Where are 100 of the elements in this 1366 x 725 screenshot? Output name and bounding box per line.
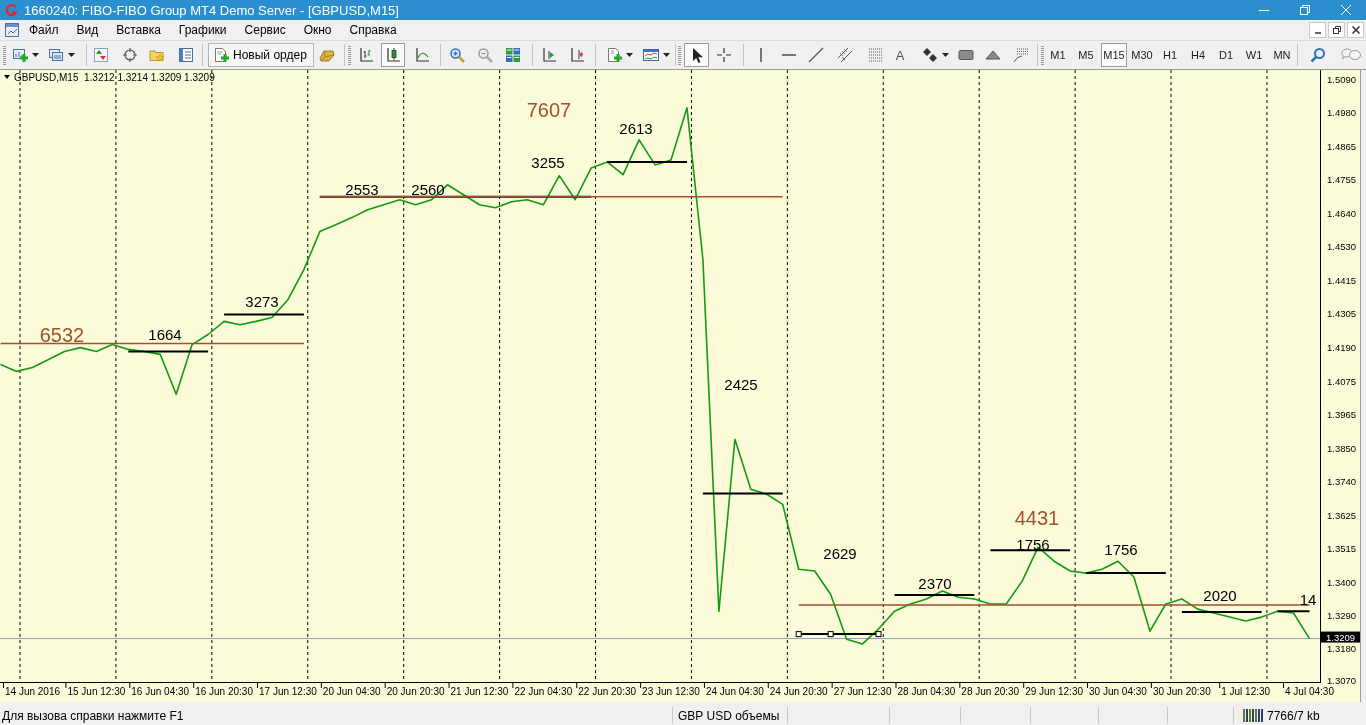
candlestick-icon [385, 47, 401, 63]
timeframe-button[interactable]: H1 [1157, 43, 1183, 67]
dotted-fan-icon[interactable] [1013, 47, 1029, 63]
bar-chart-icon [358, 47, 374, 63]
date-axis-label: 22 Jun 20:30 [578, 685, 637, 697]
document-plus-icon [213, 47, 229, 63]
traffic-text: 7766/7 kb [1267, 707, 1320, 725]
caret-icon[interactable] [626, 53, 633, 57]
minimize-button[interactable] [1309, 22, 1326, 38]
price-axis-label: 1.4075 [1327, 376, 1357, 388]
timeframe-button[interactable]: M30 [1129, 43, 1155, 67]
tile-windows-icon[interactable] [505, 47, 521, 63]
line-chart-icon [414, 47, 430, 63]
level-label: 2560 [411, 180, 445, 198]
date-axis-label: 20 Jun 04:30 [322, 685, 381, 697]
caret-icon[interactable] [663, 53, 670, 57]
close-button[interactable] [1347, 22, 1364, 38]
menu-item[interactable]: Вставка [107, 20, 170, 40]
cursor-button[interactable] [684, 43, 709, 67]
date-axis-label: 29 Jun 12:30 [1025, 685, 1083, 697]
restore-button[interactable] [1328, 22, 1345, 38]
menu-item[interactable]: Файл [20, 20, 68, 40]
level-label: 2370 [918, 574, 952, 592]
caret-icon[interactable] [942, 53, 949, 57]
menu-item[interactable]: Справка [340, 20, 406, 40]
level-label: 2629 [823, 544, 857, 562]
price-axis-label: 1.3625 [1327, 510, 1357, 522]
level-label: 1664 [148, 325, 182, 343]
grip-icon[interactable] [3, 45, 6, 65]
new-chart-icon[interactable] [12, 47, 28, 63]
grip-icon[interactable] [678, 45, 681, 65]
menu-item[interactable]: Вид [67, 20, 108, 40]
chart-shift-icon[interactable] [541, 47, 557, 63]
timeframe-button[interactable]: M5 [1073, 43, 1099, 67]
price-axis-label: 1.4865 [1327, 141, 1357, 153]
timeframe-button[interactable]: D1 [1213, 43, 1239, 67]
diamonds-icon[interactable] [922, 47, 938, 63]
date-axis-label: 28 Jun 20:30 [961, 685, 1020, 697]
help-text: Для вызова справки нажмите F1 [2, 708, 184, 723]
timeframe-button[interactable]: H4 [1185, 43, 1211, 67]
date-axis-label: 20 Jun 20:30 [386, 685, 445, 697]
chart-window-icon[interactable] [4, 22, 20, 38]
timeframe-button[interactable]: W1 [1241, 43, 1267, 67]
price-axis-label: 1.3515 [1327, 543, 1357, 554]
price-axis-label: 1.4190 [1327, 342, 1357, 354]
app-logo-icon [5, 4, 17, 16]
timeframe-button[interactable]: M1 [1045, 43, 1071, 67]
price-axis-label: 1.4530 [1327, 241, 1357, 253]
level-label: 3255 [531, 153, 565, 171]
date-axis-label: 27 Jun 12:30 [833, 685, 892, 697]
menu-item[interactable]: Сервис [235, 20, 295, 40]
search-icon[interactable] [1310, 47, 1326, 63]
date-axis-label: 30 Jun 04:30 [1089, 685, 1147, 697]
autoscroll-icon[interactable] [569, 47, 585, 63]
level-label: 14 [1299, 590, 1317, 608]
level-label: 2020 [1203, 586, 1237, 604]
restore-icon[interactable] [1299, 5, 1310, 15]
menu-item[interactable]: Окно [294, 20, 341, 40]
date-axis-label: 28 Jun 04:30 [897, 685, 956, 697]
bid-price-tag: 1.3209 [1321, 631, 1360, 643]
caret-icon[interactable] [32, 53, 39, 57]
grip-icon[interactable] [348, 45, 351, 65]
chat-bubbles-icon[interactable] [1341, 47, 1361, 63]
timeframe-button[interactable]: M15 [1101, 43, 1127, 67]
date-axis-label: 16 Jun 20:30 [195, 685, 253, 697]
zoom-out-icon[interactable] [477, 47, 493, 63]
price-axis-label: 1.4305 [1327, 308, 1357, 319]
rectangle-icon[interactable] [958, 47, 974, 63]
menu-item[interactable]: Графики [169, 20, 236, 40]
ingot-icon[interactable] [319, 47, 335, 63]
level-label: 2553 [345, 180, 379, 198]
crosshair-circle-icon[interactable] [122, 47, 138, 63]
market-watch-icon[interactable] [93, 47, 109, 63]
window-title: 1660240: FIBO-FIBO Group MT4 Demo Server - [GBPUSD,M15] [24, 3, 399, 17]
price-axis-label: 1.3965 [1327, 409, 1357, 421]
level-label: 4431 [1014, 507, 1060, 529]
candlestick-chart-button[interactable] [381, 43, 405, 67]
new-order-button[interactable]: Новый ордер [208, 43, 314, 67]
caret-icon[interactable] [4, 75, 10, 79]
profiles-icon[interactable] [48, 47, 64, 63]
crosshair-icon [716, 47, 732, 63]
ref-line-label: 1.3209 [1326, 631, 1356, 643]
dotted-lines-icon[interactable] [868, 47, 884, 63]
close-icon[interactable] [1340, 5, 1351, 15]
timeframe-button[interactable]: MN [1269, 43, 1295, 67]
indicators-icon[interactable] [606, 47, 622, 63]
close-icon [1351, 26, 1360, 34]
trend-line-icon[interactable] [808, 47, 824, 63]
zoom-in-icon[interactable] [449, 47, 465, 63]
terminal-window-icon[interactable] [178, 47, 194, 63]
folder-star-icon[interactable] [149, 47, 165, 63]
text-tool[interactable]: A [893, 45, 907, 65]
templates-icon[interactable] [643, 47, 659, 63]
chart-title: GBPUSD,M15 1.3212 1.3214 1.3209 1.3209 [14, 72, 215, 83]
grip-icon[interactable] [1041, 45, 1044, 65]
date-axis-label: 24 Jun 04:30 [705, 685, 764, 697]
restore-icon [1332, 26, 1341, 34]
date-axis-label: 30 Jun 20:30 [1152, 685, 1211, 697]
caret-icon[interactable] [68, 53, 75, 57]
hatched-channel-icon[interactable] [837, 47, 853, 63]
